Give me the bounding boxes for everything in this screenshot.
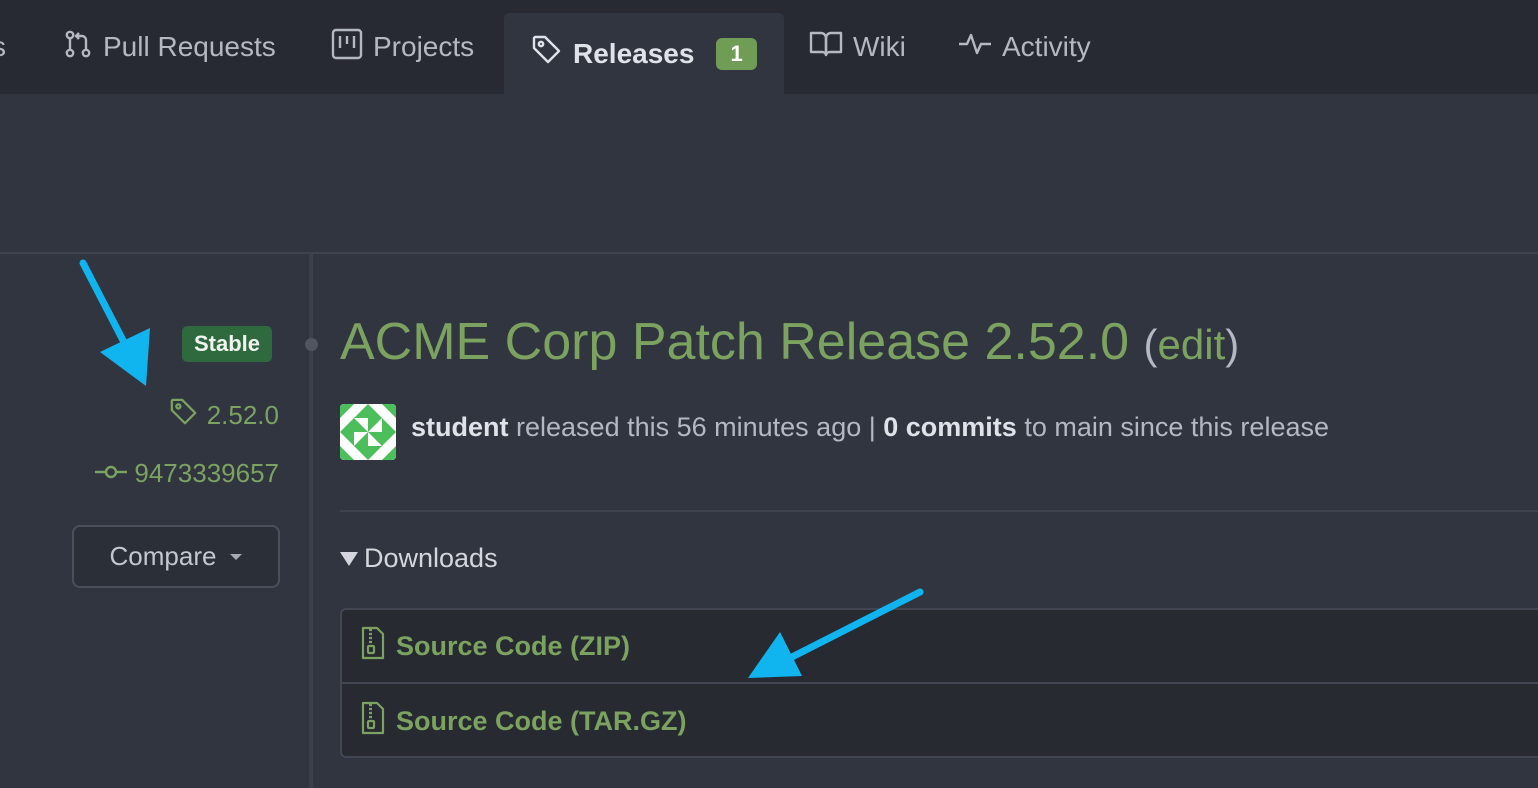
project-board-icon	[331, 28, 373, 67]
tab-activity-label: Activity	[1002, 31, 1091, 62]
release-tag-link[interactable]: 2.52.0	[169, 397, 279, 434]
downloads-label: Downloads	[364, 543, 498, 573]
release-time-text: released this 56 minutes ago |	[516, 412, 876, 442]
annotation-arrow-tag	[79, 259, 150, 386]
tab-wiki[interactable]: Wiki	[809, 0, 906, 94]
download-targz-label: Source Code (TAR.GZ)	[396, 705, 687, 736]
pulse-icon	[958, 29, 1002, 66]
compare-button-label: Compare	[109, 541, 217, 571]
release-timeline	[309, 254, 313, 788]
tab-issues-label: s	[0, 31, 6, 63]
tag-icon	[169, 397, 207, 434]
release-tag-label: 2.52.0	[206, 400, 279, 430]
tab-releases-label: Releases	[573, 37, 695, 69]
tag-icon	[531, 34, 573, 73]
file-zip-icon	[360, 701, 396, 742]
tab-pull-requests[interactable]: Pull Requests	[63, 0, 276, 94]
tab-pull-requests-label: Pull Requests	[103, 31, 276, 62]
pull-request-icon	[63, 29, 103, 66]
book-icon	[809, 29, 853, 66]
compare-dropdown-button[interactable]: Compare	[72, 525, 280, 588]
meta-divider	[340, 510, 1538, 512]
timeline-dot	[305, 338, 318, 351]
tab-projects-label: Projects	[373, 31, 475, 62]
release-commit-sha: 9473339657	[134, 458, 279, 488]
commit-icon	[94, 458, 134, 489]
release-title: ACME Corp Patch Release 2.52.0 (edit)	[340, 312, 1239, 375]
file-zip-icon	[360, 626, 396, 667]
triangle-down-icon	[340, 551, 358, 566]
commits-since-text: to main since this release	[1024, 412, 1329, 442]
release-author-link[interactable]: student	[411, 412, 509, 442]
tab-issues-partial[interactable]: s	[0, 0, 6, 94]
download-targz-link[interactable]: Source Code (TAR.GZ)	[342, 684, 1538, 758]
avatar[interactable]	[340, 404, 396, 460]
download-zip-link[interactable]: Source Code (ZIP)	[342, 610, 1538, 684]
stable-badge: Stable	[182, 326, 273, 362]
downloads-list: Source Code (ZIP) Source Code (TAR.GZ)	[340, 608, 1538, 758]
release-commit-link[interactable]: 9473339657	[94, 458, 279, 489]
downloads-toggle[interactable]: Downloads	[340, 543, 498, 574]
edit-paren-close: )	[1225, 321, 1240, 368]
edit-release-link[interactable]: edit	[1158, 321, 1226, 368]
edit-paren-open: (	[1143, 321, 1158, 368]
tab-projects[interactable]: Projects	[331, 0, 474, 94]
commits-since-link[interactable]: 0 commits	[883, 412, 1017, 442]
header-divider	[0, 252, 1538, 254]
caret-down-icon	[230, 553, 243, 560]
repo-tab-bar: s Pull Requests Projects	[0, 0, 1538, 94]
releases-count-badge: 1	[716, 37, 757, 70]
tab-wiki-label: Wiki	[853, 31, 906, 62]
release-title-link[interactable]: ACME Corp Patch Release 2.52.0	[340, 313, 1129, 371]
release-meta: student released this 56 minutes ago | 0…	[411, 410, 1329, 444]
download-zip-label: Source Code (ZIP)	[396, 630, 631, 661]
tab-releases[interactable]: Releases 1	[504, 13, 784, 94]
tab-activity[interactable]: Activity	[958, 0, 1091, 94]
